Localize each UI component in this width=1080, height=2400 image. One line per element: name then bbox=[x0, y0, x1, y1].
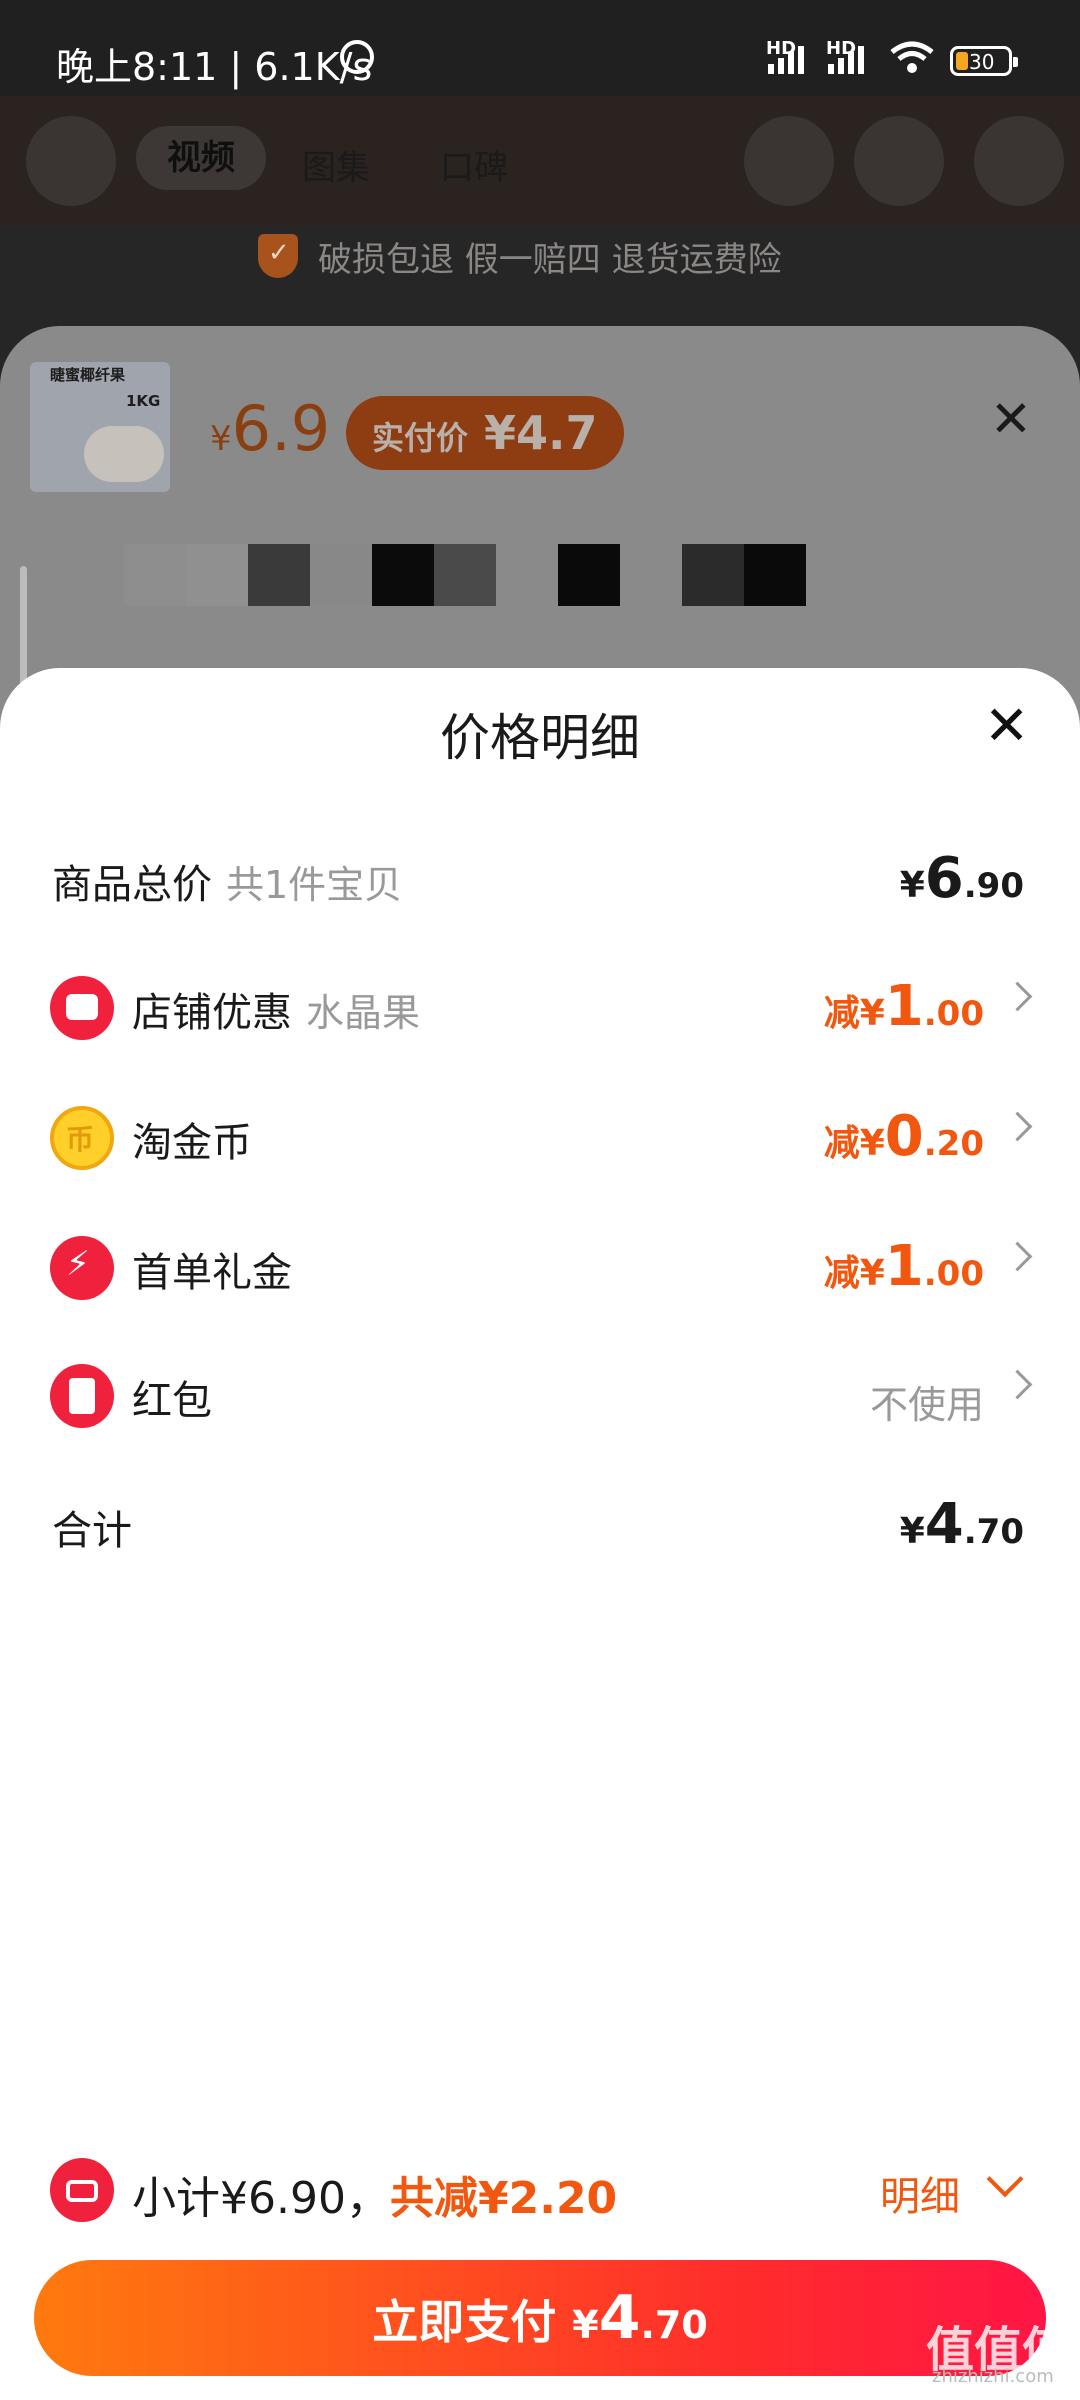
product-thumbnail: 睫蜜椰纤果 1KG bbox=[30, 362, 170, 492]
row-first-order-gift[interactable]: 首单礼金 减¥1.00 bbox=[0, 1206, 1080, 1326]
row-taojinbi[interactable]: 淘金币 减¥0.20 bbox=[0, 1076, 1080, 1196]
sheet-title: 价格明细 bbox=[440, 709, 640, 767]
value-dec: .70 bbox=[963, 1512, 1024, 1552]
lightning-icon bbox=[50, 1236, 114, 1300]
shield-icon bbox=[258, 234, 298, 278]
price-value: 6.9 bbox=[231, 392, 331, 465]
chevron-right-icon bbox=[1002, 981, 1033, 1012]
row-label: 首单礼金 bbox=[132, 1250, 292, 1296]
ticket-icon bbox=[50, 2158, 114, 2222]
more-icon[interactable] bbox=[974, 116, 1064, 206]
actual-price-value: ¥4.7 bbox=[484, 406, 598, 460]
price-currency: ¥ bbox=[210, 419, 232, 459]
row-red-packet[interactable]: 红包 不使用 bbox=[0, 1334, 1080, 1454]
coin-icon bbox=[50, 1106, 114, 1170]
chevron-right-icon bbox=[1002, 1369, 1033, 1400]
pay-now-button[interactable]: 立即支付 ¥4.70 bbox=[34, 2260, 1046, 2376]
row-store-discount[interactable]: 店铺优惠 水晶果 减¥1.00 bbox=[0, 946, 1080, 1066]
row-label: 商品总价 共1件宝贝 bbox=[52, 852, 402, 910]
value-dec: .00 bbox=[923, 1254, 984, 1294]
value-dec: .90 bbox=[963, 866, 1024, 906]
product-image-bowl bbox=[84, 426, 164, 482]
currency-symbol: ¥ bbox=[572, 2303, 599, 2347]
row-sub: 水晶果 bbox=[306, 991, 421, 1035]
row-value: 减¥0.20 bbox=[824, 1104, 984, 1169]
row-value: 减¥1.00 bbox=[824, 1234, 984, 1299]
tab-video[interactable]: 视频 bbox=[136, 126, 266, 190]
chevron-right-icon bbox=[1002, 1111, 1033, 1142]
alarm-icon bbox=[340, 40, 374, 74]
row-label: 合计 bbox=[52, 1508, 132, 1554]
pay-label: 立即支付 bbox=[372, 2295, 557, 2349]
reduce-label: 减 bbox=[823, 1123, 860, 1164]
chevron-down-icon[interactable] bbox=[986, 2160, 1024, 2198]
currency-symbol: ¥ bbox=[899, 1511, 925, 1552]
summary-bar: 小计¥6.90， 共减¥2.20 明细 bbox=[0, 2140, 1080, 2240]
signal-icon-2 bbox=[828, 46, 864, 74]
signal-icon bbox=[768, 46, 804, 74]
row-sub: 共1件宝贝 bbox=[226, 863, 403, 907]
cart-icon[interactable] bbox=[854, 116, 944, 206]
not-used-label: 不使用 bbox=[869, 1383, 984, 1427]
row-total-price: 商品总价 共1件宝贝 ¥6.90 bbox=[0, 818, 1080, 938]
product-price: ¥6.9 bbox=[210, 392, 330, 465]
row-value: ¥4.70 bbox=[900, 1492, 1024, 1557]
currency-symbol: ¥ bbox=[859, 1123, 885, 1164]
value-int: 6 bbox=[924, 846, 964, 911]
red-packet-icon bbox=[50, 1364, 114, 1428]
value-dec: .00 bbox=[923, 994, 984, 1034]
product-image-title: 睫蜜椰纤果 bbox=[50, 366, 126, 384]
close-icon[interactable]: ✕ bbox=[990, 390, 1032, 448]
battery-icon: 30 bbox=[950, 46, 1018, 76]
row-label: 店铺优惠 水晶果 bbox=[132, 980, 420, 1038]
value-int: 4 bbox=[598, 2283, 641, 2353]
row-label: 红包 bbox=[132, 1378, 212, 1424]
wifi-icon bbox=[890, 41, 934, 73]
chevron-right-icon bbox=[1002, 1241, 1033, 1272]
subtotal-text: 小计¥6.90， bbox=[132, 2173, 390, 2224]
row-value: ¥6.90 bbox=[900, 846, 1024, 911]
pay-amount: ¥4.70 bbox=[572, 2283, 708, 2353]
sku-sheet: 睫蜜椰纤果 1KG ¥6.9 实付价 ¥4.7 ✕ bbox=[0, 326, 1080, 732]
back-icon[interactable] bbox=[26, 116, 116, 206]
reduce-label: 减 bbox=[823, 993, 860, 1034]
product-header: 视频 图集 口碑 bbox=[0, 96, 1080, 226]
actual-price-badge: 实付价 ¥4.7 bbox=[346, 396, 624, 470]
product-image-weight: 1KG bbox=[126, 392, 161, 410]
row-label-text: 商品总价 bbox=[52, 862, 212, 908]
battery-level: 30 bbox=[969, 50, 995, 74]
store-icon bbox=[50, 976, 114, 1040]
status-time: 晚上8:11 | 6.1K/s bbox=[56, 45, 373, 89]
reduce-label: 减 bbox=[823, 1253, 860, 1294]
share-icon[interactable] bbox=[744, 116, 834, 206]
actual-price-label: 实付价 bbox=[372, 419, 469, 457]
value-int: 0 bbox=[884, 1104, 924, 1169]
mosaic-redaction bbox=[124, 544, 806, 606]
tab-reviews[interactable]: 口碑 bbox=[440, 140, 508, 189]
value-dec: .20 bbox=[923, 1124, 984, 1164]
saved-text: 共减¥2.20 bbox=[390, 2173, 618, 2224]
guarantee-banner: 破损包退 假一赔四 退货运费险 bbox=[258, 226, 782, 286]
status-bar: 晚上8:11 | 6.1K/s HD HD 30 bbox=[0, 0, 1080, 96]
row-label-text: 店铺优惠 bbox=[132, 990, 292, 1036]
value-int: 4 bbox=[924, 1492, 964, 1557]
row-value: 减¥1.00 bbox=[824, 974, 984, 1039]
currency-symbol: ¥ bbox=[859, 1253, 885, 1294]
tab-gallery[interactable]: 图集 bbox=[302, 140, 370, 189]
guarantee-text: 破损包退 假一赔四 退货运费险 bbox=[318, 239, 782, 280]
watermark-url: zhizhizhi.com bbox=[932, 2366, 1054, 2387]
value-dec: .70 bbox=[640, 2303, 708, 2347]
detail-toggle[interactable]: 明细 bbox=[880, 2164, 960, 2222]
row-sum: 合计 ¥4.70 bbox=[0, 1464, 1080, 1584]
currency-symbol: ¥ bbox=[859, 993, 885, 1034]
value-int: 1 bbox=[884, 974, 924, 1039]
row-label: 淘金币 bbox=[132, 1120, 252, 1166]
currency-symbol: ¥ bbox=[899, 865, 925, 906]
close-icon[interactable]: ✕ bbox=[984, 694, 1029, 757]
value-int: 1 bbox=[884, 1234, 924, 1299]
